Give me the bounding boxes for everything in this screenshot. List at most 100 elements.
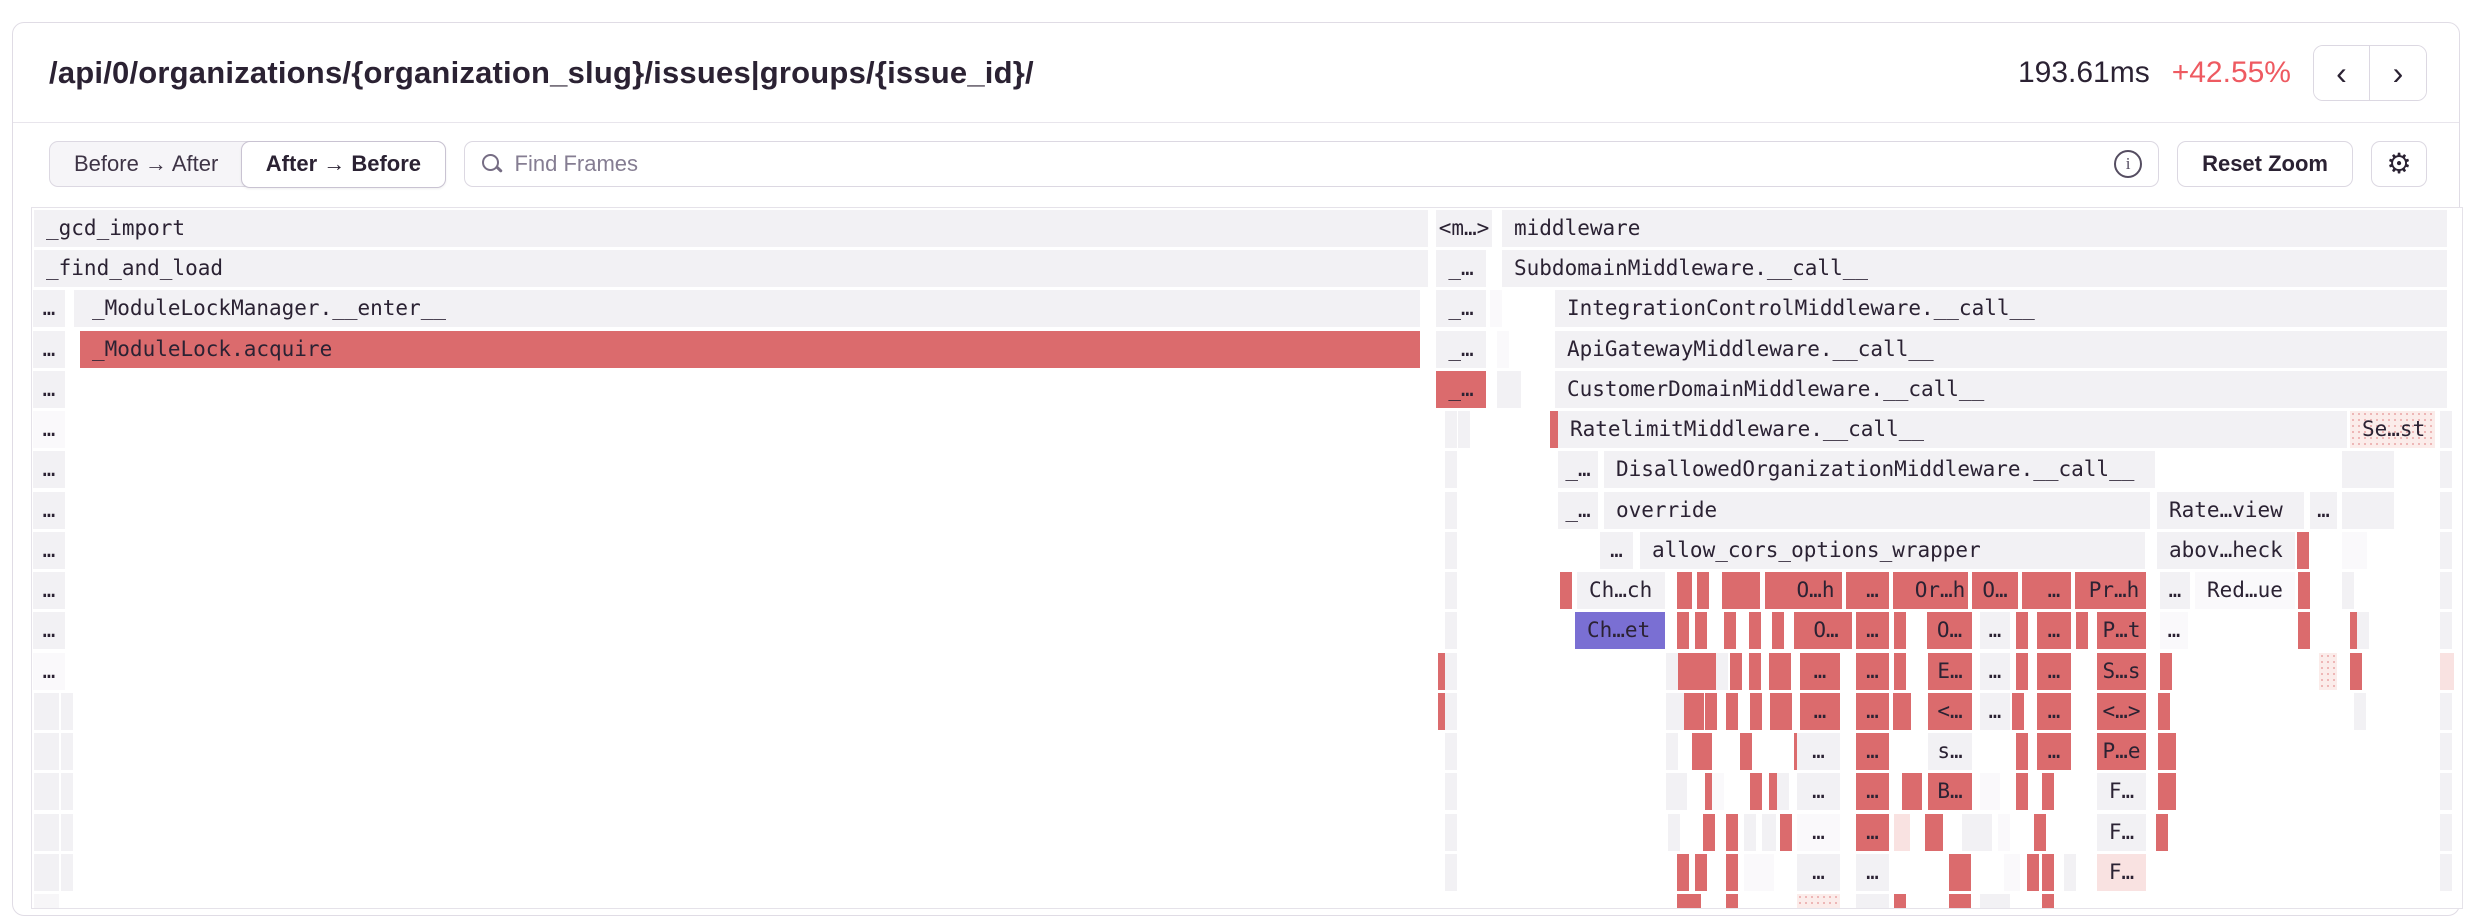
flamegraph-frame[interactable] — [2064, 854, 2076, 891]
flamegraph-frame[interactable] — [2440, 612, 2452, 649]
flamegraph-frame[interactable] — [1779, 653, 1791, 690]
flamegraph-frame[interactable] — [1749, 612, 1761, 649]
flamegraph-frame[interactable] — [2298, 572, 2310, 609]
flamegraph-frame[interactable] — [1772, 612, 1784, 649]
flamegraph-frame[interactable]: … — [1856, 894, 1889, 909]
flamegraph-frame[interactable] — [1490, 290, 1502, 327]
flamegraph-frame[interactable] — [2440, 814, 2452, 851]
flamegraph-frame[interactable] — [2440, 773, 2452, 810]
flamegraph-frame[interactable] — [1458, 411, 1470, 448]
flamegraph-frame[interactable]: … — [33, 532, 65, 569]
flamegraph-frame[interactable]: … — [1856, 773, 1889, 810]
flamegraph-frame[interactable]: Ch…ch — [1577, 572, 1665, 609]
flamegraph-frame[interactable]: F… — [2097, 814, 2146, 851]
flamegraph-frame[interactable] — [1695, 612, 1707, 649]
flamegraph-frame[interactable]: <… — [1928, 693, 1972, 730]
flamegraph-frame[interactable] — [1780, 693, 1792, 730]
flamegraph-frame[interactable] — [2440, 492, 2452, 529]
flamegraph-frame[interactable] — [1705, 693, 1717, 730]
flamegraph-frame[interactable] — [1445, 733, 1457, 770]
flamegraph-frame[interactable] — [1931, 814, 1943, 851]
flamegraph-frame[interactable] — [1677, 572, 1692, 609]
flamegraph-frame[interactable] — [1445, 411, 1457, 448]
flamegraph-frame[interactable] — [1750, 773, 1762, 810]
flamegraph-frame[interactable]: Se…st — [2350, 411, 2435, 448]
flamegraph-frame[interactable] — [1445, 532, 1457, 569]
flamegraph-frame[interactable] — [2440, 572, 2452, 609]
flamegraph-frame[interactable]: … — [33, 371, 65, 408]
flamegraph-frame[interactable]: Ch…et — [1575, 612, 1665, 649]
flamegraph-frame[interactable] — [2350, 653, 2362, 690]
flamegraph-frame[interactable] — [1998, 814, 2010, 851]
flamegraph-frame[interactable] — [1777, 773, 1789, 810]
flamegraph-frame[interactable]: O… — [1972, 572, 2018, 609]
flamegraph-frame[interactable] — [2297, 532, 2309, 569]
flamegraph-frame[interactable] — [1949, 894, 1971, 909]
flamegraph-frame[interactable]: Or…h — [1912, 572, 1968, 609]
flamegraph-frame[interactable]: DisallowedOrganizationMiddleware.__call_… — [1604, 451, 2155, 488]
flamegraph-frame[interactable] — [1677, 894, 1689, 909]
flamegraph-frame[interactable] — [1730, 653, 1742, 690]
flamegraph-frame[interactable]: … — [1856, 814, 1889, 851]
flamegraph-frame[interactable] — [34, 693, 59, 730]
flamegraph-frame[interactable] — [2440, 653, 2454, 690]
flamegraph-frame[interactable] — [1894, 814, 1910, 851]
flamegraph-frame[interactable]: CustomerDomainMiddleware.__call__ — [1555, 371, 2447, 408]
flamegraph-frame[interactable] — [1560, 572, 1572, 609]
flamegraph-frame[interactable] — [1668, 814, 1680, 851]
flamegraph-frame[interactable]: _… — [1558, 492, 1598, 529]
flamegraph-frame[interactable] — [1445, 693, 1457, 730]
flamegraph-frame[interactable] — [1445, 572, 1457, 609]
flamegraph-frame[interactable]: … — [33, 411, 65, 448]
flamegraph-frame[interactable]: … — [1856, 733, 1889, 770]
flamegraph-frame[interactable] — [61, 733, 73, 770]
flamegraph-frame[interactable]: … — [1797, 894, 1840, 909]
flamegraph-frame[interactable]: _gcd_import — [34, 210, 1428, 247]
flamegraph-frame[interactable]: abov…heck — [2157, 532, 2295, 569]
flamegraph-frame[interactable] — [1716, 653, 1728, 690]
flamegraph-frame[interactable] — [2034, 814, 2046, 851]
flamegraph-frame[interactable]: … — [1856, 854, 1889, 891]
flamegraph-frame[interactable] — [1894, 894, 1906, 909]
flamegraph-frame[interactable]: S…s — [2097, 653, 2146, 690]
flamegraph-frame[interactable]: … — [1797, 814, 1840, 851]
flamegraph-frame[interactable]: override — [1604, 492, 2150, 529]
flamegraph-frame[interactable] — [1445, 854, 1457, 891]
flamegraph-frame[interactable]: … — [33, 331, 65, 368]
flamegraph-canvas[interactable]: _gcd_import<m…>middleware_find_and_load_… — [31, 207, 2463, 909]
flamegraph-frame[interactable] — [1509, 371, 1521, 408]
flamegraph-frame[interactable]: … — [1800, 653, 1840, 690]
flamegraph-frame[interactable] — [2160, 653, 2172, 690]
flamegraph-frame[interactable] — [1780, 814, 1792, 851]
flamegraph-frame[interactable] — [1980, 773, 2000, 810]
flamegraph-frame[interactable] — [2004, 854, 2020, 891]
flamegraph-frame[interactable]: ApiGatewayMiddleware.__call__ — [1555, 331, 2447, 368]
flamegraph-frame[interactable] — [2298, 612, 2310, 649]
flamegraph-frame[interactable] — [1726, 854, 1738, 891]
flamegraph-frame[interactable]: … — [33, 612, 65, 649]
flamegraph-frame[interactable] — [1744, 814, 1756, 851]
flamegraph-frame[interactable] — [61, 814, 73, 851]
flamegraph-frame[interactable]: … — [2310, 492, 2337, 529]
flamegraph-frame[interactable] — [2016, 653, 2028, 690]
flamegraph-frame[interactable] — [2158, 693, 2170, 730]
flamegraph-frame[interactable] — [2440, 854, 2452, 891]
flamegraph-frame[interactable]: … — [2160, 612, 2188, 649]
flamegraph-frame[interactable]: … — [2160, 572, 2190, 609]
flamegraph-frame[interactable] — [2027, 854, 2039, 891]
flamegraph-frame[interactable]: … — [1980, 653, 2010, 690]
flamegraph-frame[interactable] — [2357, 612, 2369, 649]
flamegraph-frame[interactable]: … — [1856, 693, 1889, 730]
flamegraph-frame[interactable] — [1695, 854, 1707, 891]
flamegraph-frame[interactable] — [1732, 572, 1760, 609]
flamegraph-frame[interactable]: RatelimitMiddleware.__call__ — [1558, 411, 2347, 448]
flamegraph-frame[interactable]: … — [1600, 532, 1633, 569]
reset-zoom-button[interactable]: Reset Zoom — [2177, 141, 2353, 187]
flamegraph-frame[interactable]: E… — [1928, 653, 1972, 690]
flamegraph-frame[interactable]: <…> — [2097, 693, 2146, 730]
flamegraph-frame[interactable] — [2016, 773, 2028, 810]
flamegraph-frame[interactable] — [1497, 371, 1509, 408]
flamegraph-frame[interactable]: _… — [1436, 371, 1486, 408]
flamegraph-frame[interactable]: SubdomainMiddleware.__call__ — [1502, 250, 2447, 287]
flamegraph-frame[interactable]: … — [1980, 693, 2010, 730]
